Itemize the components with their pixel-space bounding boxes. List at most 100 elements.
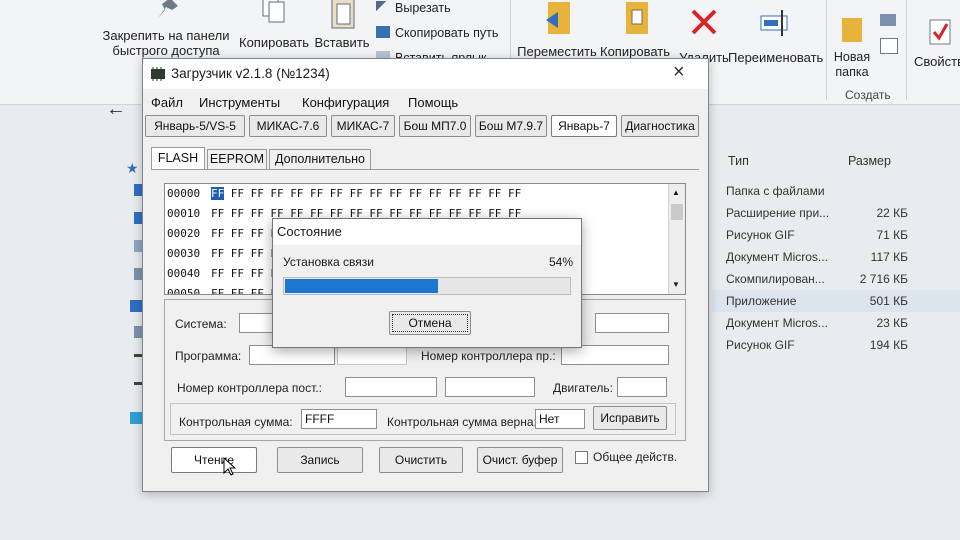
menu-file[interactable]: Файл xyxy=(151,95,183,110)
file-row[interactable]: Рисунок GIF 194 КБ xyxy=(712,334,960,356)
close-icon[interactable]: × xyxy=(673,61,685,84)
scroll-thumb[interactable] xyxy=(671,204,683,220)
hex-cell[interactable]: FF xyxy=(270,187,283,200)
easy-access-icon[interactable] xyxy=(880,38,898,54)
scroll-up-icon[interactable]: ▲ xyxy=(672,188,680,197)
ecu-january5-button[interactable]: Январь-5/VS-5 xyxy=(145,115,245,137)
hex-cell[interactable]: FF xyxy=(409,187,422,200)
cancel-button[interactable]: Отмена xyxy=(389,311,471,335)
checksum-field[interactable]: FFFF xyxy=(301,409,377,429)
hex-cell[interactable]: FF xyxy=(231,287,244,294)
status-titlebar[interactable]: Состояние xyxy=(273,219,581,245)
supplier-number-field[interactable] xyxy=(345,377,437,397)
program-extra-field[interactable] xyxy=(337,345,407,365)
hex-cell[interactable]: FF xyxy=(251,267,264,280)
hex-cell[interactable]: FF xyxy=(508,187,521,200)
new-folder-icon xyxy=(842,18,862,42)
menu-help[interactable]: Помощь xyxy=(408,95,458,110)
file-size: 194 КБ xyxy=(869,338,908,352)
ecu-january7-button[interactable]: Январь-7 xyxy=(551,115,617,137)
copy-path-icon xyxy=(376,26,390,38)
ecu-bosch-mp70-button[interactable]: Бош МП7.0 xyxy=(399,115,471,137)
file-row[interactable]: Документ Micros... 23 КБ xyxy=(712,312,960,334)
copy-path-button[interactable]: Скопировать путь xyxy=(376,26,498,40)
hex-cell[interactable]: FF xyxy=(449,187,462,200)
common-action-checkbox[interactable] xyxy=(575,451,588,464)
hex-cell[interactable]: FF xyxy=(211,287,224,294)
hex-cell[interactable]: FF xyxy=(251,187,264,200)
hex-cell[interactable]: FF xyxy=(429,187,442,200)
engine-field[interactable] xyxy=(617,377,667,397)
new-item-icon[interactable] xyxy=(880,14,896,26)
scroll-down-icon[interactable]: ▼ xyxy=(672,280,680,289)
tab-additional[interactable]: Дополнительно xyxy=(269,149,371,169)
hex-cell[interactable]: FF xyxy=(310,187,323,200)
diagnostics-button[interactable]: Диагностика xyxy=(621,115,699,137)
hex-cell[interactable]: FF xyxy=(231,267,244,280)
tab-eeprom[interactable]: EEPROM xyxy=(207,149,267,169)
supplier-number-label: Номер контроллера пост.: xyxy=(177,381,322,395)
menu-configuration[interactable]: Конфигурация xyxy=(302,95,389,110)
hex-address: 00000 xyxy=(167,187,201,200)
hex-cell[interactable]: FF xyxy=(231,187,244,200)
pin-icon xyxy=(158,0,178,18)
hex-address: 00010 xyxy=(167,207,201,220)
hex-cell[interactable]: FF xyxy=(488,187,501,200)
copy-label: Копировать xyxy=(239,35,309,50)
loader-titlebar[interactable]: Загрузчик v2.1.8 (№1234) × xyxy=(143,59,708,89)
file-row[interactable]: Документ Micros... 117 КБ xyxy=(712,246,960,268)
hex-cell[interactable]: FF xyxy=(251,227,264,240)
hex-scrollbar[interactable]: ▲ ▼ xyxy=(668,184,685,294)
file-row[interactable]: Расширение при... 22 КБ xyxy=(712,202,960,224)
hex-cell[interactable]: FF xyxy=(369,187,382,200)
hex-cell[interactable]: FF xyxy=(211,227,224,240)
system-extra-field[interactable] xyxy=(595,313,669,333)
hex-cell[interactable]: FF xyxy=(211,267,224,280)
loader-title: Загрузчик v2.1.8 (№1234) xyxy=(171,66,330,81)
file-size: 22 КБ xyxy=(876,206,908,220)
ecu-mikas7-button[interactable]: МИКАС-7 xyxy=(331,115,395,137)
hex-cell[interactable]: FF xyxy=(231,207,244,220)
checksum-ok-field[interactable]: Нет xyxy=(535,409,585,429)
delete-x-icon xyxy=(691,9,717,35)
hex-cell[interactable]: FF xyxy=(211,207,224,220)
program-field[interactable] xyxy=(249,345,335,365)
hex-cell-selected[interactable]: FF xyxy=(211,187,225,200)
file-row[interactable]: Скомпилирован... 2 716 КБ xyxy=(712,268,960,290)
quick-access-star-icon[interactable]: ★ xyxy=(126,160,139,177)
ecu-mikas76-button[interactable]: МИКАС-7.6 xyxy=(249,115,327,137)
copy-icon xyxy=(262,0,285,23)
hex-cell[interactable]: FF xyxy=(251,247,264,260)
hex-cell[interactable]: FF xyxy=(468,187,481,200)
hex-cell[interactable]: FF xyxy=(350,187,363,200)
properties-check-icon xyxy=(929,19,951,45)
hex-cell[interactable]: FF xyxy=(389,187,402,200)
clear-button[interactable]: Очистить xyxy=(379,447,463,473)
file-row-selected[interactable]: Приложение 501 КБ xyxy=(712,290,960,312)
file-row[interactable]: Папка с файлами xyxy=(712,180,960,202)
menu-tools[interactable]: Инструменты xyxy=(199,95,280,110)
hex-cell[interactable]: FF xyxy=(251,287,264,294)
supplier-number-field-2[interactable] xyxy=(445,377,535,397)
hex-cell[interactable]: FF xyxy=(231,227,244,240)
write-button[interactable]: Запись xyxy=(277,447,363,473)
hex-cell[interactable]: FF xyxy=(211,247,224,260)
ecu-bosch-m797-button[interactable]: Бош М7.9.7 xyxy=(475,115,547,137)
fix-checksum-button[interactable]: Исправить xyxy=(593,406,667,430)
hex-cell[interactable]: FF xyxy=(290,187,303,200)
hex-cell[interactable]: FF xyxy=(251,207,264,220)
hex-cell[interactable]: FF xyxy=(231,247,244,260)
clear-buffer-button[interactable]: Очист. буфер xyxy=(477,447,563,473)
file-type: Документ Micros... xyxy=(726,250,828,264)
hex-address: 00030 xyxy=(167,247,201,260)
status-title: Состояние xyxy=(277,224,342,239)
column-header-size[interactable]: Размер xyxy=(848,154,891,168)
file-size: 23 КБ xyxy=(876,316,908,330)
cut-button[interactable]: Вырезать xyxy=(376,1,451,15)
tab-flash[interactable]: FLASH xyxy=(151,147,205,169)
read-button[interactable]: Чтение xyxy=(171,447,257,473)
column-header-type[interactable]: Тип xyxy=(728,154,749,168)
file-row[interactable]: Рисунок GIF 71 КБ xyxy=(712,224,960,246)
ecu-number-field[interactable] xyxy=(561,345,669,365)
hex-cell[interactable]: FF xyxy=(330,187,343,200)
